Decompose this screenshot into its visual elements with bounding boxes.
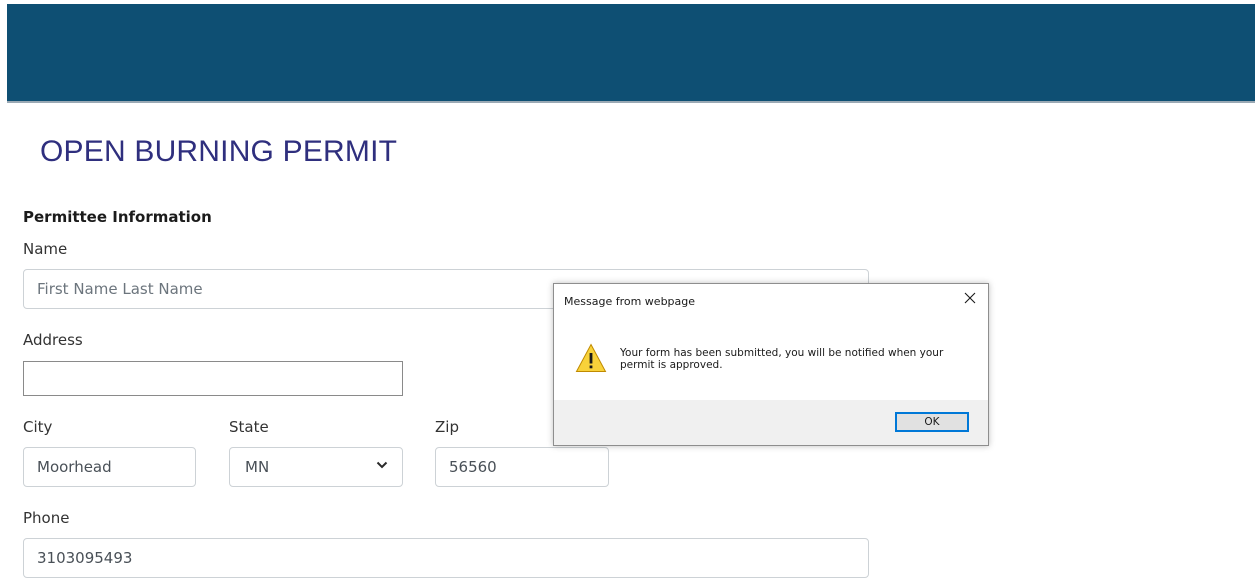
phone-input[interactable]: 3103095493 [23,538,869,578]
header-banner [7,4,1255,103]
dialog-title: Message from webpage [564,295,696,308]
address-label: Address [23,331,83,349]
dialog-message: Your form has been submitted, you will b… [620,347,944,371]
warning-icon [575,343,607,372]
city-label: City [23,418,53,436]
address-input[interactable] [23,361,403,396]
zip-input[interactable]: 56560 [435,447,609,487]
state-select[interactable]: MN [229,447,403,487]
city-input[interactable]: Moorhead [23,447,196,487]
message-dialog: Message from webpage Your form has been … [553,283,989,446]
zip-label: Zip [435,418,459,436]
name-label: Name [23,240,68,258]
ok-button[interactable]: OK [895,412,969,432]
chevron-down-icon [376,461,388,469]
page-title: OPEN BURNING PERMIT [40,135,398,168]
state-label: State [229,418,269,436]
close-icon[interactable] [962,290,978,306]
state-select-value: MN [245,458,270,476]
section-heading: Permittee Information [23,208,212,226]
phone-label: Phone [23,509,70,527]
dialog-footer: OK [554,400,988,445]
